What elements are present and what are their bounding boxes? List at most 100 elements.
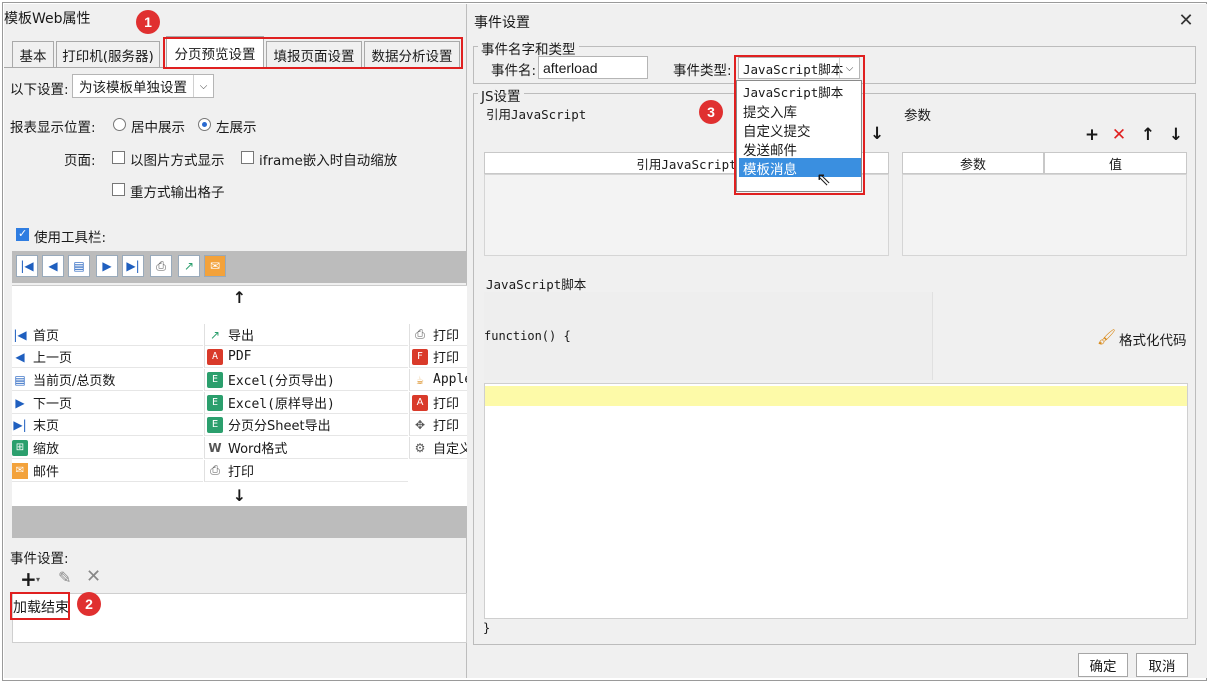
- tab-pagination-preview[interactable]: 分页预览设置: [166, 36, 264, 68]
- move-up-icon[interactable]: ↑: [12, 286, 467, 308]
- dropdown-option-template-message[interactable]: 模板消息: [739, 158, 861, 178]
- delete-x-icon[interactable]: ✕: [86, 566, 101, 587]
- checkbox-image-mode[interactable]: [112, 151, 125, 164]
- list-item[interactable]: ✥ 打印: [409, 414, 467, 436]
- move-up-icon[interactable]: ↑: [1139, 125, 1157, 145]
- add-event-icon[interactable]: +: [20, 567, 37, 591]
- list-item[interactable]: ✉ 邮件: [12, 460, 203, 482]
- tab-data-analysis[interactable]: 数据分析设置: [364, 41, 460, 67]
- print-icon: ⎙: [210, 463, 220, 477]
- list-item[interactable]: ▤ 当前页/总页数: [12, 369, 203, 391]
- edit-pencil-icon[interactable]: ✎: [58, 568, 71, 587]
- prev-page-icon: ◀: [15, 349, 25, 364]
- checkbox-reformat-cells-label: 重方式输出格子: [130, 185, 225, 201]
- list-item[interactable]: ⎙ 打印: [204, 460, 408, 482]
- cancel-button[interactable]: 取消: [1136, 653, 1188, 677]
- next-page-icon[interactable]: ▶: [96, 255, 118, 277]
- checkbox-reformat-cells[interactable]: [112, 183, 125, 196]
- dropdown-option-custom-submit[interactable]: 自定义提交: [739, 120, 861, 140]
- event-type-dropdown: JavaScript脚本 提交入库 自定义提交 发送邮件 模板消息: [736, 80, 862, 192]
- event-item-afterload[interactable]: 加载结束: [13, 597, 69, 617]
- chevron-down-icon: ⌵: [839, 58, 859, 78]
- dropdown-option-submit-db[interactable]: 提交入库: [739, 101, 861, 121]
- function-footer: }: [483, 621, 491, 635]
- checkbox-iframe-autoscale-label: iframe嵌入时自动缩放: [259, 153, 398, 169]
- list-item[interactable]: ▶| 末页: [12, 414, 203, 436]
- ok-button[interactable]: 确定: [1078, 653, 1128, 677]
- radio-center[interactable]: [113, 118, 126, 131]
- list-item[interactable]: A 打印: [409, 392, 467, 414]
- use-toolbar-label: 使用工具栏:: [34, 230, 107, 246]
- list-item[interactable]: E Excel(分页导出): [204, 369, 408, 391]
- move-down-icon[interactable]: ↓: [870, 124, 884, 144]
- params-col-name: 参数: [902, 152, 1044, 174]
- radio-left[interactable]: [198, 118, 211, 131]
- callout-badge-3: 3: [699, 100, 723, 124]
- event-name-input[interactable]: afterload: [538, 56, 648, 79]
- brush-icon: 🖌: [1097, 328, 1117, 346]
- move-icon: ✥: [414, 417, 426, 432]
- export-icon: ↗: [209, 327, 221, 342]
- page-count-icon[interactable]: ▤: [68, 255, 90, 277]
- left-window-title: 模板Web属性: [4, 11, 91, 27]
- js-code-editor[interactable]: [484, 383, 1188, 619]
- list-item[interactable]: ⎙ 打印: [409, 324, 467, 346]
- close-icon[interactable]: ✕: [1176, 10, 1196, 31]
- mail-icon: ✉: [12, 462, 28, 479]
- checkbox-use-toolbar[interactable]: [16, 227, 29, 241]
- list-item[interactable]: ▶ 下一页: [12, 392, 203, 414]
- checkbox-image-mode-label: 以图片方式显示: [130, 153, 225, 169]
- word-icon: W: [208, 440, 222, 455]
- list-item[interactable]: ↗ 导出: [204, 324, 408, 346]
- radio-center-label: 居中展示: [131, 120, 185, 136]
- flash-print-icon: F: [412, 348, 428, 365]
- radio-left-label: 左展示: [216, 120, 257, 136]
- list-item[interactable]: F 打印: [409, 346, 467, 368]
- settings-scope-select[interactable]: 为该模板单独设置 ⌵: [72, 74, 214, 98]
- move-down-icon[interactable]: ↓: [1167, 125, 1185, 145]
- delete-param-icon[interactable]: ✕: [1110, 125, 1128, 145]
- add-param-icon[interactable]: +: [1083, 125, 1101, 145]
- export-icon[interactable]: ↗: [178, 255, 200, 277]
- chevron-down-icon[interactable]: ▾: [36, 575, 40, 584]
- print-icon[interactable]: ⎙: [150, 255, 172, 277]
- list-item[interactable]: E 分页分Sheet导出: [204, 414, 408, 436]
- params-label: 参数: [904, 108, 931, 124]
- list-item[interactable]: A PDF: [204, 346, 408, 368]
- pdf-print-icon: A: [412, 394, 428, 411]
- dropdown-option-send-mail[interactable]: 发送邮件: [739, 139, 861, 159]
- applet-icon: ☕: [416, 372, 424, 387]
- move-down-icon[interactable]: ↓: [12, 484, 467, 506]
- mail-icon[interactable]: ✉: [204, 255, 226, 277]
- prev-page-icon[interactable]: ◀: [42, 255, 64, 277]
- params-col-value: 值: [1044, 152, 1187, 174]
- print-icon: ⎙: [415, 327, 425, 341]
- list-item[interactable]: ◀ 上一页: [12, 346, 203, 368]
- excel-icon: E: [207, 371, 223, 388]
- dropdown-option-javascript[interactable]: JavaScript脚本: [739, 82, 861, 101]
- event-type-select[interactable]: JavaScript脚本 ⌵: [738, 57, 860, 79]
- list-item[interactable]: E Excel(原样导出): [204, 392, 408, 414]
- callout-badge-1: 1: [136, 10, 160, 34]
- page-count-icon: ▤: [14, 372, 26, 387]
- list-item[interactable]: ⊞ 缩放: [12, 437, 203, 459]
- settings-scope-label: 以下设置:: [10, 82, 69, 98]
- settings-scope-value: 为该模板单独设置: [79, 80, 187, 96]
- toolbar-button-list: ↑ |◀ 首页 ◀ 上一页 ▤ 当前页/总页数 ▶ 下一页 ▶| 末页 ⊞ 缩放 ✉ 邮件 ↗…: [12, 285, 467, 506]
- ref-js-label: 引用JavaScript: [486, 107, 587, 122]
- tab-printer-server[interactable]: 打印机(服务器): [56, 41, 160, 67]
- list-item[interactable]: ☕Apple: [409, 369, 467, 391]
- tab-fill-page[interactable]: 填报页面设置: [266, 41, 362, 67]
- list-item[interactable]: ⚙自定义: [409, 437, 467, 459]
- js-script-label: JavaScript脚本: [486, 277, 587, 292]
- js-settings-group-label: JS设置: [478, 85, 524, 105]
- params-table-body: [902, 174, 1187, 256]
- first-page-icon[interactable]: |◀: [16, 255, 38, 277]
- checkbox-iframe-autoscale[interactable]: [241, 151, 254, 164]
- format-code-button[interactable]: 格式化代码: [1119, 329, 1187, 349]
- tab-basic[interactable]: 基本: [12, 41, 54, 67]
- excel-icon: E: [207, 416, 223, 433]
- list-item[interactable]: |◀ 首页: [12, 324, 203, 346]
- list-item[interactable]: W Word格式: [204, 437, 408, 459]
- last-page-icon[interactable]: ▶|: [122, 255, 144, 277]
